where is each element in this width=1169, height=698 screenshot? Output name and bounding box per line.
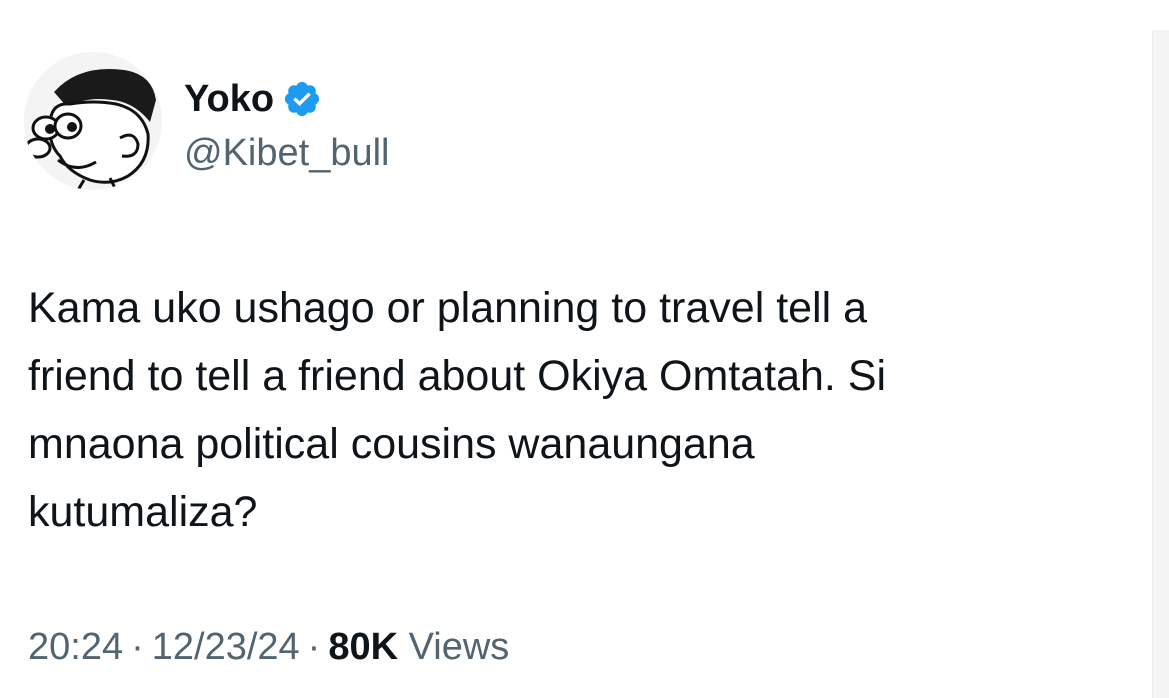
tweet-time[interactable]: 20:24 [28,626,123,668]
views-count: 80K [328,626,399,668]
author-handle[interactable]: @Kibet_bull [184,130,389,176]
avatar[interactable] [24,52,162,190]
tweet-card: Yoko @Kibet_bull Kama uko ushago or plan… [0,0,1169,698]
views-label: Views [408,626,510,668]
meta-separator: · [307,626,321,668]
cartoon-face-icon [24,52,162,190]
tweet-text: Kama uko ushago or planning to travel te… [28,284,887,536]
tweet-meta: 20:24 · 12/23/24 · 80K Views [28,622,509,672]
author-name-row[interactable]: Yoko [184,76,322,122]
scrollbar[interactable] [1152,30,1169,698]
author-display-name[interactable]: Yoko [184,76,274,122]
meta-separator: · [131,626,144,668]
verified-badge-icon [282,79,322,119]
tweet-date[interactable]: 12/23/24 [152,626,300,668]
